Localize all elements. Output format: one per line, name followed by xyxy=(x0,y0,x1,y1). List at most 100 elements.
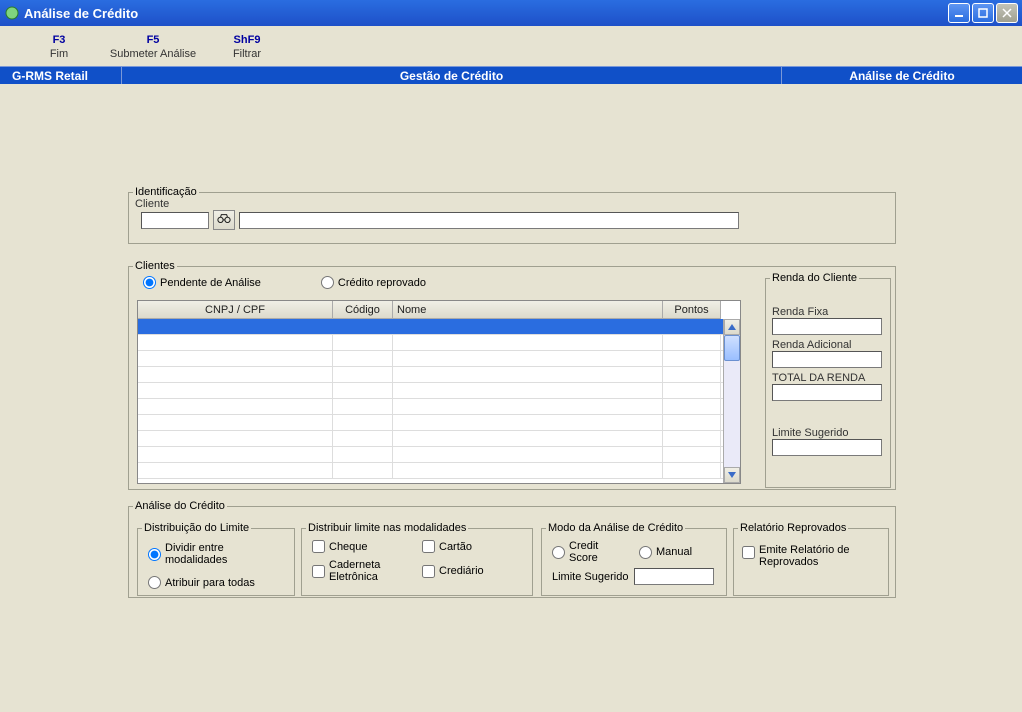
input-renda-fixa[interactable] xyxy=(772,318,882,335)
radio-manual-input[interactable] xyxy=(639,546,652,559)
radio-manual[interactable]: Manual xyxy=(639,540,716,564)
check-cartao-label: Cartão xyxy=(439,541,472,553)
radio-credit-score-label: Credit Score xyxy=(569,540,629,564)
col-nome[interactable]: Nome xyxy=(393,301,663,319)
titlebar: Análise de Crédito xyxy=(0,0,1022,26)
legend-mod: Distribuir limite nas modalidades xyxy=(306,522,468,534)
scroll-thumb[interactable] xyxy=(724,335,740,361)
legend-rel: Relatório Reprovados xyxy=(738,522,848,534)
shortcut-key: F3 xyxy=(34,34,84,46)
grid-scrollbar[interactable] xyxy=(723,319,740,483)
chevron-down-icon xyxy=(728,469,736,481)
radio-atribuir[interactable]: Atribuir para todas xyxy=(148,576,284,589)
chevron-up-icon xyxy=(728,321,736,333)
input-total-renda[interactable] xyxy=(772,384,882,401)
shortcut-f3[interactable]: F3 Fim xyxy=(34,34,84,60)
table-row[interactable] xyxy=(138,415,740,431)
radio-atribuir-input[interactable] xyxy=(148,576,161,589)
col-cnpj[interactable]: CNPJ / CPF xyxy=(138,301,333,319)
check-emite-relatorio[interactable]: Emite Relatório de Reprovados xyxy=(742,544,880,568)
check-emite-relatorio-input[interactable] xyxy=(742,546,755,559)
check-cartao[interactable]: Cartão xyxy=(422,540,522,553)
radio-reprovado-input[interactable] xyxy=(321,276,334,289)
table-row[interactable] xyxy=(138,335,740,351)
legend-clientes: Clientes xyxy=(133,260,177,272)
check-crediario-label: Crediário xyxy=(439,565,484,577)
col-codigo[interactable]: Código xyxy=(333,301,393,319)
check-cartao-input[interactable] xyxy=(422,540,435,553)
input-renda-adicional[interactable] xyxy=(772,351,882,368)
group-identificacao: Identificação Cliente xyxy=(128,186,896,244)
scroll-down-button[interactable] xyxy=(724,467,740,483)
radio-pendente[interactable]: Pendente de Análise xyxy=(143,276,261,289)
label-renda-adicional: Renda Adicional xyxy=(772,339,884,351)
check-cheque[interactable]: Cheque xyxy=(312,540,412,553)
shortcut-f5[interactable]: F5 Submeter Análise xyxy=(108,34,198,60)
input-cliente-code[interactable] xyxy=(141,212,209,229)
shortcut-key: ShF9 xyxy=(222,34,272,46)
scroll-track[interactable] xyxy=(724,335,740,467)
radio-dividir-input[interactable] xyxy=(148,548,161,561)
legend-renda: Renda do Cliente xyxy=(770,272,859,284)
grid-body[interactable] xyxy=(138,319,740,483)
check-crediario-input[interactable] xyxy=(422,565,435,578)
table-row[interactable] xyxy=(138,351,740,367)
radio-pendente-input[interactable] xyxy=(143,276,156,289)
table-row[interactable] xyxy=(138,399,740,415)
input-cliente-name[interactable] xyxy=(239,212,739,229)
table-row[interactable] xyxy=(138,319,740,335)
window-title: Análise de Crédito xyxy=(24,6,948,21)
label-renda-fixa: Renda Fixa xyxy=(772,306,884,318)
grid-header: CNPJ / CPF Código Nome Pontos xyxy=(138,301,740,319)
legend-identificacao: Identificação xyxy=(133,186,199,198)
radio-reprovado[interactable]: Crédito reprovado xyxy=(321,276,426,289)
radio-credit-score-input[interactable] xyxy=(552,546,565,559)
shortcut-label: Submeter Análise xyxy=(108,48,198,60)
nav-screen: Análise de Crédito xyxy=(782,67,1022,84)
group-renda: Renda do Cliente Renda Fixa Renda Adicio… xyxy=(765,272,891,488)
shortcut-key: F5 xyxy=(108,34,198,46)
check-crediario[interactable]: Crediário xyxy=(422,559,522,583)
shortcut-shf9[interactable]: ShF9 Filtrar xyxy=(222,34,272,60)
clientes-grid[interactable]: CNPJ / CPF Código Nome Pontos xyxy=(137,300,741,484)
check-cheque-label: Cheque xyxy=(329,541,368,553)
table-row[interactable] xyxy=(138,383,740,399)
label-cliente: Cliente xyxy=(135,198,889,210)
label-total-renda: TOTAL DA RENDA xyxy=(772,372,884,384)
check-caderneta-input[interactable] xyxy=(312,565,325,578)
radio-credit-score[interactable]: Credit Score xyxy=(552,540,629,564)
check-caderneta[interactable]: Caderneta Eletrônica xyxy=(312,559,412,583)
radio-dividir[interactable]: Dividir entre modalidades xyxy=(148,542,284,566)
legend-modo: Modo da Análise de Crédito xyxy=(546,522,685,534)
radio-dividir-label: Dividir entre modalidades xyxy=(165,542,284,566)
close-button xyxy=(996,3,1018,23)
minimize-button[interactable] xyxy=(948,3,970,23)
nav-module: Gestão de Crédito xyxy=(122,67,782,84)
navbar: G-RMS Retail Gestão de Crédito Análise d… xyxy=(0,66,1022,84)
app-icon xyxy=(4,5,20,21)
group-relatorio-reprovados: Relatório Reprovados Emite Relatório de … xyxy=(733,522,889,596)
group-analise-credito: Análise do Crédito Distribuição do Limit… xyxy=(128,500,896,598)
window-controls xyxy=(948,3,1018,23)
radio-manual-label: Manual xyxy=(656,546,692,558)
group-modo-analise: Modo da Análise de Crédito Credit Score … xyxy=(541,522,727,596)
nav-appname: G-RMS Retail xyxy=(0,67,122,84)
group-clientes: Clientes Pendente de Análise Crédito rep… xyxy=(128,260,896,490)
input-limite-sugerido-modo[interactable] xyxy=(634,568,714,585)
legend-analise: Análise do Crédito xyxy=(133,500,227,512)
table-row[interactable] xyxy=(138,447,740,463)
search-cliente-button[interactable] xyxy=(213,210,235,230)
check-cheque-input[interactable] xyxy=(312,540,325,553)
binoculars-icon xyxy=(217,213,231,228)
col-pontos[interactable]: Pontos xyxy=(663,301,721,319)
shortcut-label: Filtrar xyxy=(222,48,272,60)
radio-reprovado-label: Crédito reprovado xyxy=(338,277,426,289)
legend-dist: Distribuição do Limite xyxy=(142,522,251,534)
scroll-up-button[interactable] xyxy=(724,319,740,335)
maximize-button[interactable] xyxy=(972,3,994,23)
table-row[interactable] xyxy=(138,431,740,447)
table-row[interactable] xyxy=(138,367,740,383)
input-limite-sugerido[interactable] xyxy=(772,439,882,456)
check-emite-relatorio-label: Emite Relatório de Reprovados xyxy=(759,544,869,568)
table-row[interactable] xyxy=(138,463,740,479)
